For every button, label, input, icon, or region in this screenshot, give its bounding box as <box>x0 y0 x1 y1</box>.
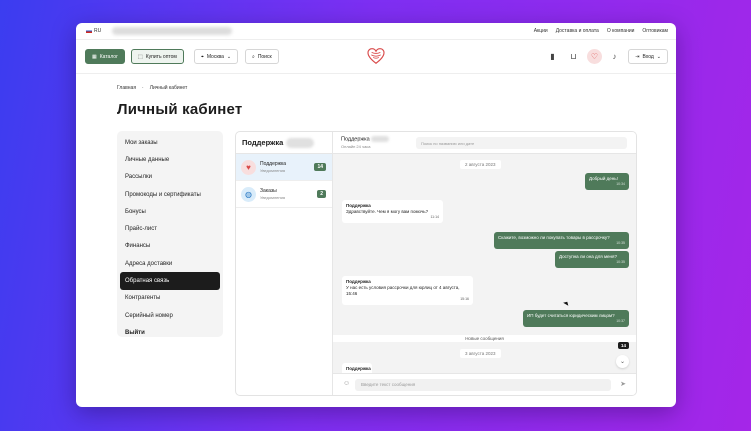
message-text: У нас есть условия рассрочки для юрлиц о… <box>346 285 460 297</box>
blurred-contact <box>112 27 232 35</box>
breadcrumb-separator: · <box>142 85 144 91</box>
link-promotions[interactable]: Акции <box>534 28 548 34</box>
message-incoming: Поддержка У нас есть условия рассрочки д… <box>342 276 473 305</box>
message-time: 11:14 <box>430 215 440 220</box>
sidebar-item-personal-data[interactable]: Личные данные <box>120 151 220 168</box>
message-time: 10:34 <box>616 182 625 187</box>
chat-status: Онлайн 24 часа <box>341 144 371 149</box>
heart-logo-icon: ♥ <box>241 159 256 175</box>
breadcrumb-current: Личный кабинет <box>149 85 188 91</box>
chat-main: Поддержка Онлайн 24 часа Поиск по назван… <box>333 132 636 395</box>
chevron-down-icon: ⌄ <box>656 53 661 60</box>
message-outgoing: Добрый день! 10:34 <box>585 173 629 190</box>
location-pin-icon: ⌖ <box>201 53 204 60</box>
mouse-cursor-icon <box>563 300 570 306</box>
bell-icon[interactable]: ♪ <box>607 49 622 64</box>
brand-logo-icon[interactable] <box>367 48 385 64</box>
city-selector[interactable]: ⌖ Москва ⌄ <box>194 49 239 64</box>
catalog-label: Каталог <box>99 53 118 60</box>
chat-title: Поддержка <box>341 136 390 143</box>
date-separator: 2 августа 2023 <box>460 160 501 169</box>
link-delivery[interactable]: Доставка и оплата <box>556 28 599 34</box>
search-button[interactable]: ⌕ Поиск <box>245 49 279 64</box>
wholesale-label: Купить оптом <box>145 53 177 60</box>
top-links: Акции Доставка и оплата О компании Оптов… <box>534 28 668 34</box>
chevron-down-icon: ⌄ <box>619 359 626 365</box>
message-time: 15:16 <box>460 297 469 302</box>
box-icon: ⬚ <box>138 53 143 60</box>
chat-search-input[interactable]: Поиск по названию или дате <box>416 137 627 149</box>
chevron-down-icon: ⌄ <box>226 53 232 60</box>
conversation-list: Поддержка ♥ Поддержка Уведомления 14 ◍ З… <box>236 132 333 395</box>
scroll-down-button[interactable]: ⌄ <box>616 355 629 368</box>
unread-badge: 2 <box>317 190 326 198</box>
conversation-sub: Уведомления <box>260 194 286 200</box>
page-title: Личный кабинет <box>117 101 243 118</box>
language-selector[interactable]: RU <box>86 28 101 34</box>
login-label: Вход <box>642 53 654 60</box>
login-button[interactable]: ⇥ Вход ⌄ <box>628 49 668 64</box>
message-outgoing: ИП будет считаться юридическим лицом? 10… <box>523 310 629 327</box>
flag-icon <box>86 29 92 33</box>
message-time: 10:35 <box>616 260 625 265</box>
conversation-sub: Уведомления <box>260 167 286 173</box>
grid-icon: ▦ <box>92 53 97 60</box>
account-sidebar: Мои заказы Личные данные Рассылки Промок… <box>117 131 223 337</box>
sidebar-item-bonuses[interactable]: Бонусы <box>120 203 220 220</box>
favorites-heart-icon[interactable]: ♡ <box>587 49 602 64</box>
message-author: Поддержка <box>346 366 371 371</box>
chat-header: Поддержка Онлайн 24 часа Поиск по назван… <box>333 132 636 154</box>
language-label: RU <box>94 28 102 34</box>
message-time: 10:35 <box>616 241 625 246</box>
conversation-item-orders[interactable]: ◍ Заказы Уведомления 2 <box>236 181 332 208</box>
link-wholesale[interactable]: Оптовикам <box>642 28 668 34</box>
sidebar-item-finance[interactable]: Финансы <box>120 238 220 255</box>
conversation-list-header: Поддержка <box>236 132 332 154</box>
top-strip: RU Акции Доставка и оплата О компании Оп… <box>76 23 676 40</box>
search-icon: ⌕ <box>252 53 255 60</box>
send-icon[interactable]: ➤ <box>620 380 626 388</box>
message-input[interactable]: Введите текст сообщения <box>355 379 611 391</box>
emoji-icon[interactable]: ☺ <box>343 380 350 387</box>
sidebar-item-serial-number[interactable]: Серийный номер <box>120 307 220 324</box>
chat-panel: Поддержка ♥ Поддержка Уведомления 14 ◍ З… <box>235 131 637 396</box>
browser-window: RU Акции Доставка и оплата О компании Оп… <box>76 23 676 407</box>
message-time: 10:37 <box>616 319 625 324</box>
login-icon: ⇥ <box>635 53 640 60</box>
conversation-name: Поддержка <box>260 161 287 168</box>
search-label: Поиск <box>257 53 272 60</box>
blurred-name <box>371 136 390 142</box>
conversation-list-title: Поддержка <box>242 138 284 147</box>
sidebar-item-orders[interactable]: Мои заказы <box>120 134 220 151</box>
chat-title-text: Поддержка <box>341 136 370 143</box>
blurred-name <box>286 137 315 148</box>
sidebar-item-addresses[interactable]: Адреса доставки <box>120 255 220 272</box>
breadcrumb: Главная · Личный кабинет <box>117 85 187 91</box>
message-composer: ☺ Введите текст сообщения ➤ <box>333 373 636 395</box>
globe-icon: ◍ <box>241 186 256 202</box>
message-outgoing: Скажите, возможно ли покупать товары в р… <box>494 232 629 249</box>
message-outgoing: Доступна ли она для меня? 10:35 <box>555 251 629 268</box>
catalog-button[interactable]: ▦ Каталог <box>85 49 125 64</box>
date-separator: 3 августа 2023 <box>460 349 501 358</box>
unread-badge: 14 <box>314 163 326 171</box>
sidebar-item-newsletters[interactable]: Рассылки <box>120 169 220 186</box>
sidebar-item-logout[interactable]: Выйти <box>120 324 220 341</box>
sidebar-item-price-list[interactable]: Прайс-лист <box>120 220 220 237</box>
conversation-item-support[interactable]: ♥ Поддержка Уведомления 14 <box>236 154 332 181</box>
sidebar-item-counterparties[interactable]: Контрагенты <box>120 290 220 307</box>
buy-wholesale-button[interactable]: ⬚ Купить оптом <box>131 49 184 64</box>
compare-icon[interactable]: ▮ <box>545 49 560 64</box>
scroll-unread-badge: 14 <box>617 342 629 349</box>
basket-icon[interactable]: ⊔ <box>566 49 581 64</box>
breadcrumb-home[interactable]: Главная <box>117 85 136 91</box>
city-label: Москва <box>206 53 224 60</box>
sidebar-item-promocodes[interactable]: Промокоды и сертификаты <box>120 186 220 203</box>
sidebar-item-feedback[interactable]: Обратная связь <box>120 272 220 290</box>
link-about[interactable]: О компании <box>607 28 635 34</box>
site-header: ▦ Каталог ⬚ Купить оптом ⌖ Москва ⌄ ⌕ По… <box>76 40 676 74</box>
new-messages-divider: Новые сообщения <box>333 335 636 342</box>
message-incoming: Поддержка Здравствуйте. Чем я могу вам п… <box>342 200 443 223</box>
